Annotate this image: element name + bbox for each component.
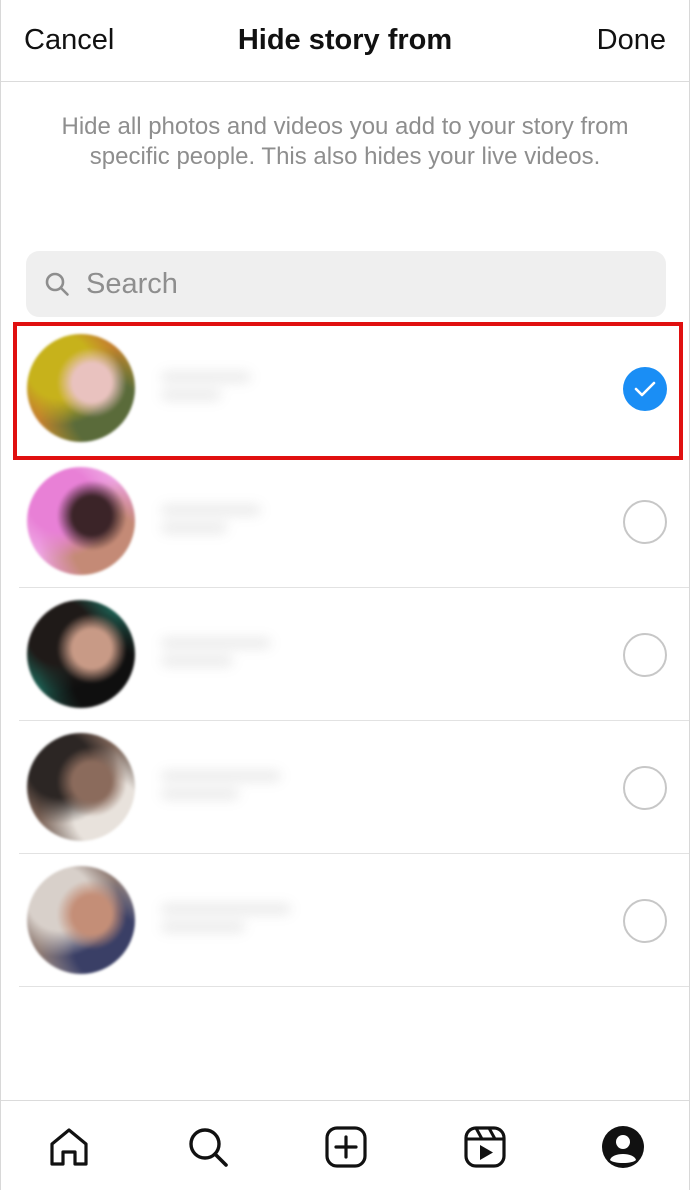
unselected-radio-icon[interactable] <box>623 500 667 544</box>
nav-profile[interactable] <box>601 1125 645 1169</box>
selected-check-icon[interactable] <box>623 367 667 411</box>
profile-icon <box>602 1126 644 1168</box>
search-icon <box>189 1128 228 1167</box>
hide-story-screen: Cancel Hide story from Done Hide all pho… <box>0 0 690 1190</box>
avatar <box>27 334 135 442</box>
home-icon <box>50 1128 88 1166</box>
nav-search[interactable] <box>186 1125 230 1169</box>
header: Cancel Hide story from Done <box>1 0 689 82</box>
people-list <box>1 322 689 987</box>
username-redacted <box>161 904 301 934</box>
search-input[interactable] <box>86 267 646 301</box>
username-redacted <box>161 505 301 535</box>
unselected-radio-icon[interactable] <box>623 899 667 943</box>
username-redacted <box>161 638 301 668</box>
search-bar[interactable] <box>26 251 666 317</box>
nav-create[interactable] <box>324 1125 368 1169</box>
nav-reels[interactable] <box>463 1125 507 1169</box>
avatar <box>27 600 135 708</box>
nav-home[interactable] <box>47 1125 91 1169</box>
person-row[interactable] <box>1 588 689 721</box>
divider <box>19 986 689 987</box>
person-row[interactable] <box>1 322 689 455</box>
done-button[interactable]: Done <box>597 24 666 57</box>
unselected-radio-icon[interactable] <box>623 766 667 810</box>
bottom-nav <box>1 1100 689 1190</box>
username-redacted <box>161 771 301 801</box>
reels-icon <box>464 1126 506 1168</box>
person-row[interactable] <box>1 854 689 987</box>
description-text: Hide all photos and videos you add to yo… <box>61 113 629 170</box>
unselected-radio-icon[interactable] <box>623 633 667 677</box>
person-row[interactable] <box>1 721 689 854</box>
create-icon <box>325 1126 367 1168</box>
page-title: Hide story from <box>237 24 453 56</box>
username-redacted <box>161 372 301 402</box>
person-row[interactable] <box>1 455 689 588</box>
search-icon <box>45 272 69 296</box>
avatar <box>27 467 135 575</box>
avatar <box>27 733 135 841</box>
avatar <box>27 866 135 974</box>
